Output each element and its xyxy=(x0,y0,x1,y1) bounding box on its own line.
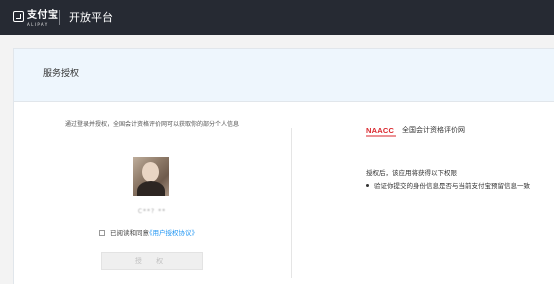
naacc-logo-underline xyxy=(366,135,396,137)
agreement-checkbox[interactable] xyxy=(99,230,105,236)
alipay-logo-text[interactable]: 支付宝 xyxy=(27,10,59,21)
alipay-logo-subtext: ALIPAY xyxy=(27,22,49,27)
top-navigation-bar: 支付宝 ALIPAY 开放平台 xyxy=(0,0,554,35)
user-agreement-link[interactable]: 《用户授权协议》 xyxy=(146,229,198,238)
agreement-label: 已阅读和同意 xyxy=(110,229,149,237)
auth-intro-text: 通过登录并授权，全国会计资格评价网可以获取你的部分个人信息 xyxy=(64,121,239,128)
panel-divider xyxy=(291,128,292,278)
platform-title[interactable]: 开放平台 xyxy=(69,11,113,24)
alipay-logo-icon[interactable] xyxy=(13,11,24,22)
naacc-logo: NAACC xyxy=(366,126,397,140)
permission-text: 验证你提交的身份信息是否与当前支付宝预留信息一致 xyxy=(374,182,530,190)
bullet-icon xyxy=(366,183,369,187)
auth-content: 通过登录并授权，全国会计资格评价网可以获取你的部分个人信息 C**? ** 已阅… xyxy=(13,48,554,284)
permission-item: 验证你提交的身份信息是否与当前支付宝预留信息一致 xyxy=(366,182,530,190)
user-avatar xyxy=(133,157,169,196)
authorize-button[interactable]: 授 权 xyxy=(101,252,203,270)
permissions-title: 授权后，该应用将获得以下权限 xyxy=(366,169,457,177)
user-name: C**? ** xyxy=(137,208,167,215)
header-divider xyxy=(59,10,60,25)
naacc-logo-text: NAACC xyxy=(366,126,395,135)
org-name: 全国会计资格评价网 xyxy=(402,126,465,134)
